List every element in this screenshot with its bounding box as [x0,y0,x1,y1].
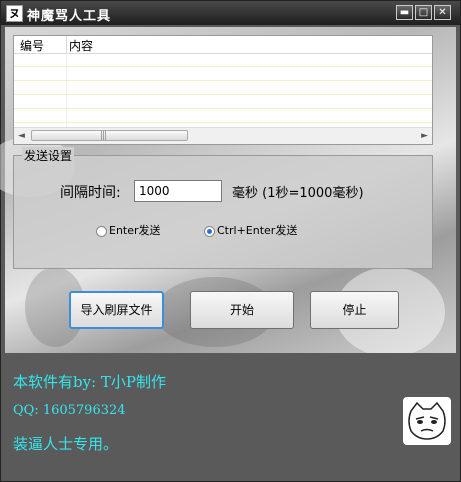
client-area: 编号 内容 ◄ ||| ► 发送设置 间隔时间: 1000 毫秒 (1秒=100… [0,27,456,478]
list-row[interactable] [14,95,432,109]
scroll-right-arrow-icon[interactable]: ► [421,131,428,141]
author-text: 本软件有by: T小P制作 [13,373,166,391]
grip-icon: ||| [100,131,107,141]
radio-selected-icon[interactable] [204,225,215,237]
slogan-text: 装逼人士专用。 [13,435,119,453]
cat-face-icon [403,397,451,445]
list-row[interactable] [14,67,432,81]
column-divider[interactable] [66,36,67,53]
message-list[interactable]: 编号 内容 ◄ ||| ► [13,35,433,145]
start-button[interactable]: 开始 [190,291,294,329]
interval-label: 间隔时间: [60,185,121,201]
import-file-button[interactable]: 导入刷屏文件 [69,291,164,329]
minimize-button[interactable]: ▬ [396,5,413,20]
enter-radio-option[interactable]: Enter发送 [96,222,161,238]
qq-text: QQ: 1605796324 [13,403,126,418]
info-panel: 本软件有by: T小P制作 QQ: 1605796324 装逼人士专用。 [5,353,456,478]
ctrl-enter-radio-label[interactable]: Ctrl+Enter发送 [217,224,297,237]
list-row[interactable] [14,53,432,67]
horizontal-scrollbar[interactable]: ◄ ||| ► [14,127,432,144]
enter-radio-label[interactable]: Enter发送 [109,224,161,237]
title-bar[interactable]: ヌ 神魔骂人工具 ▬ □ ✕ [1,1,460,25]
app-icon: ヌ [6,5,23,22]
group-label: 发送设置 [22,147,75,164]
stop-button[interactable]: 停止 [310,291,399,329]
close-button[interactable]: ✕ [434,5,451,20]
list-row[interactable] [14,109,432,123]
scrollbar-thumb[interactable]: ||| [31,130,188,141]
list-header: 编号 内容 [14,36,432,54]
maximize-button[interactable]: □ [415,5,432,20]
unit-label: 毫秒 (1秒=1000毫秒) [232,186,364,201]
column-header-number[interactable]: 编号 [20,37,44,54]
ctrl-enter-radio-option[interactable]: Ctrl+Enter发送 [204,222,297,238]
scroll-left-arrow-icon[interactable]: ◄ [18,131,25,141]
send-settings-group: 发送设置 间隔时间: 1000 毫秒 (1秒=1000毫秒) Enter发送 C… [13,147,433,269]
interval-input[interactable]: 1000 [134,180,222,202]
column-header-content[interactable]: 内容 [69,37,93,54]
radio-icon[interactable] [96,225,107,237]
window-title: 神魔骂人工具 [27,9,112,24]
main-window: ヌ 神魔骂人工具 ▬ □ ✕ 编号 内容 ◄ ||| ► 发送设置 间隔时间: … [0,0,461,482]
list-row[interactable] [14,81,432,95]
